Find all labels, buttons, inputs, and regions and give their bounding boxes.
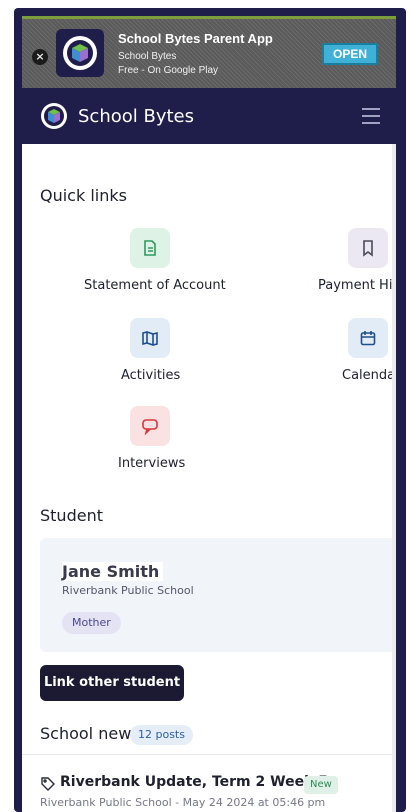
document-icon bbox=[130, 228, 170, 268]
app-icon bbox=[56, 29, 104, 77]
tag-icon bbox=[40, 776, 56, 792]
app-screen: × School Bytes Parent App School Bytes F… bbox=[22, 16, 396, 812]
student-card[interactable]: Jane Smith Riverbank Public School Mothe… bbox=[40, 538, 396, 652]
link-other-student-button[interactable]: Link other student bbox=[40, 665, 184, 701]
new-badge: New bbox=[304, 776, 338, 794]
close-icon[interactable]: × bbox=[32, 49, 48, 65]
news-post-meta: Riverbank Public School - May 24 2024 at… bbox=[40, 796, 326, 809]
posts-count-badge: 12 posts bbox=[130, 725, 193, 745]
quick-link-label: Calenda bbox=[342, 368, 396, 383]
news-post-title: Riverbank Update, Term 2 Week 5 bbox=[60, 774, 328, 790]
smart-app-banner: × School Bytes Parent App School Bytes F… bbox=[22, 16, 396, 88]
chat-icon bbox=[130, 406, 170, 446]
app-title: School Bytes bbox=[78, 106, 194, 127]
quick-link-label: Interviews bbox=[118, 456, 186, 471]
relationship-badge: Mother bbox=[62, 612, 121, 634]
banner-store-info: Free - On Google Play bbox=[118, 65, 219, 76]
school-news-heading: School news bbox=[40, 724, 140, 743]
calendar-icon bbox=[348, 318, 388, 358]
student-school: Riverbank Public School bbox=[62, 584, 194, 597]
quick-links-heading: Quick links bbox=[40, 186, 127, 205]
banner-publisher: School Bytes bbox=[118, 51, 177, 62]
scrollbar[interactable] bbox=[392, 144, 396, 812]
map-icon bbox=[130, 318, 170, 358]
open-app-button[interactable]: OPEN bbox=[322, 43, 378, 65]
hamburger-menu-icon[interactable] bbox=[362, 108, 380, 124]
student-name: Jane Smith bbox=[62, 562, 164, 581]
quick-link-label: Statement of Account bbox=[84, 278, 226, 293]
student-heading: Student bbox=[40, 506, 103, 525]
app-header: School Bytes bbox=[22, 88, 396, 144]
divider bbox=[22, 754, 396, 755]
quick-link-label: Payment His bbox=[318, 278, 396, 293]
quick-link-label: Activities bbox=[121, 368, 181, 383]
bookmark-icon bbox=[348, 228, 388, 268]
school-bytes-logo-icon[interactable] bbox=[40, 102, 68, 130]
banner-app-title: School Bytes Parent App bbox=[118, 31, 273, 46]
